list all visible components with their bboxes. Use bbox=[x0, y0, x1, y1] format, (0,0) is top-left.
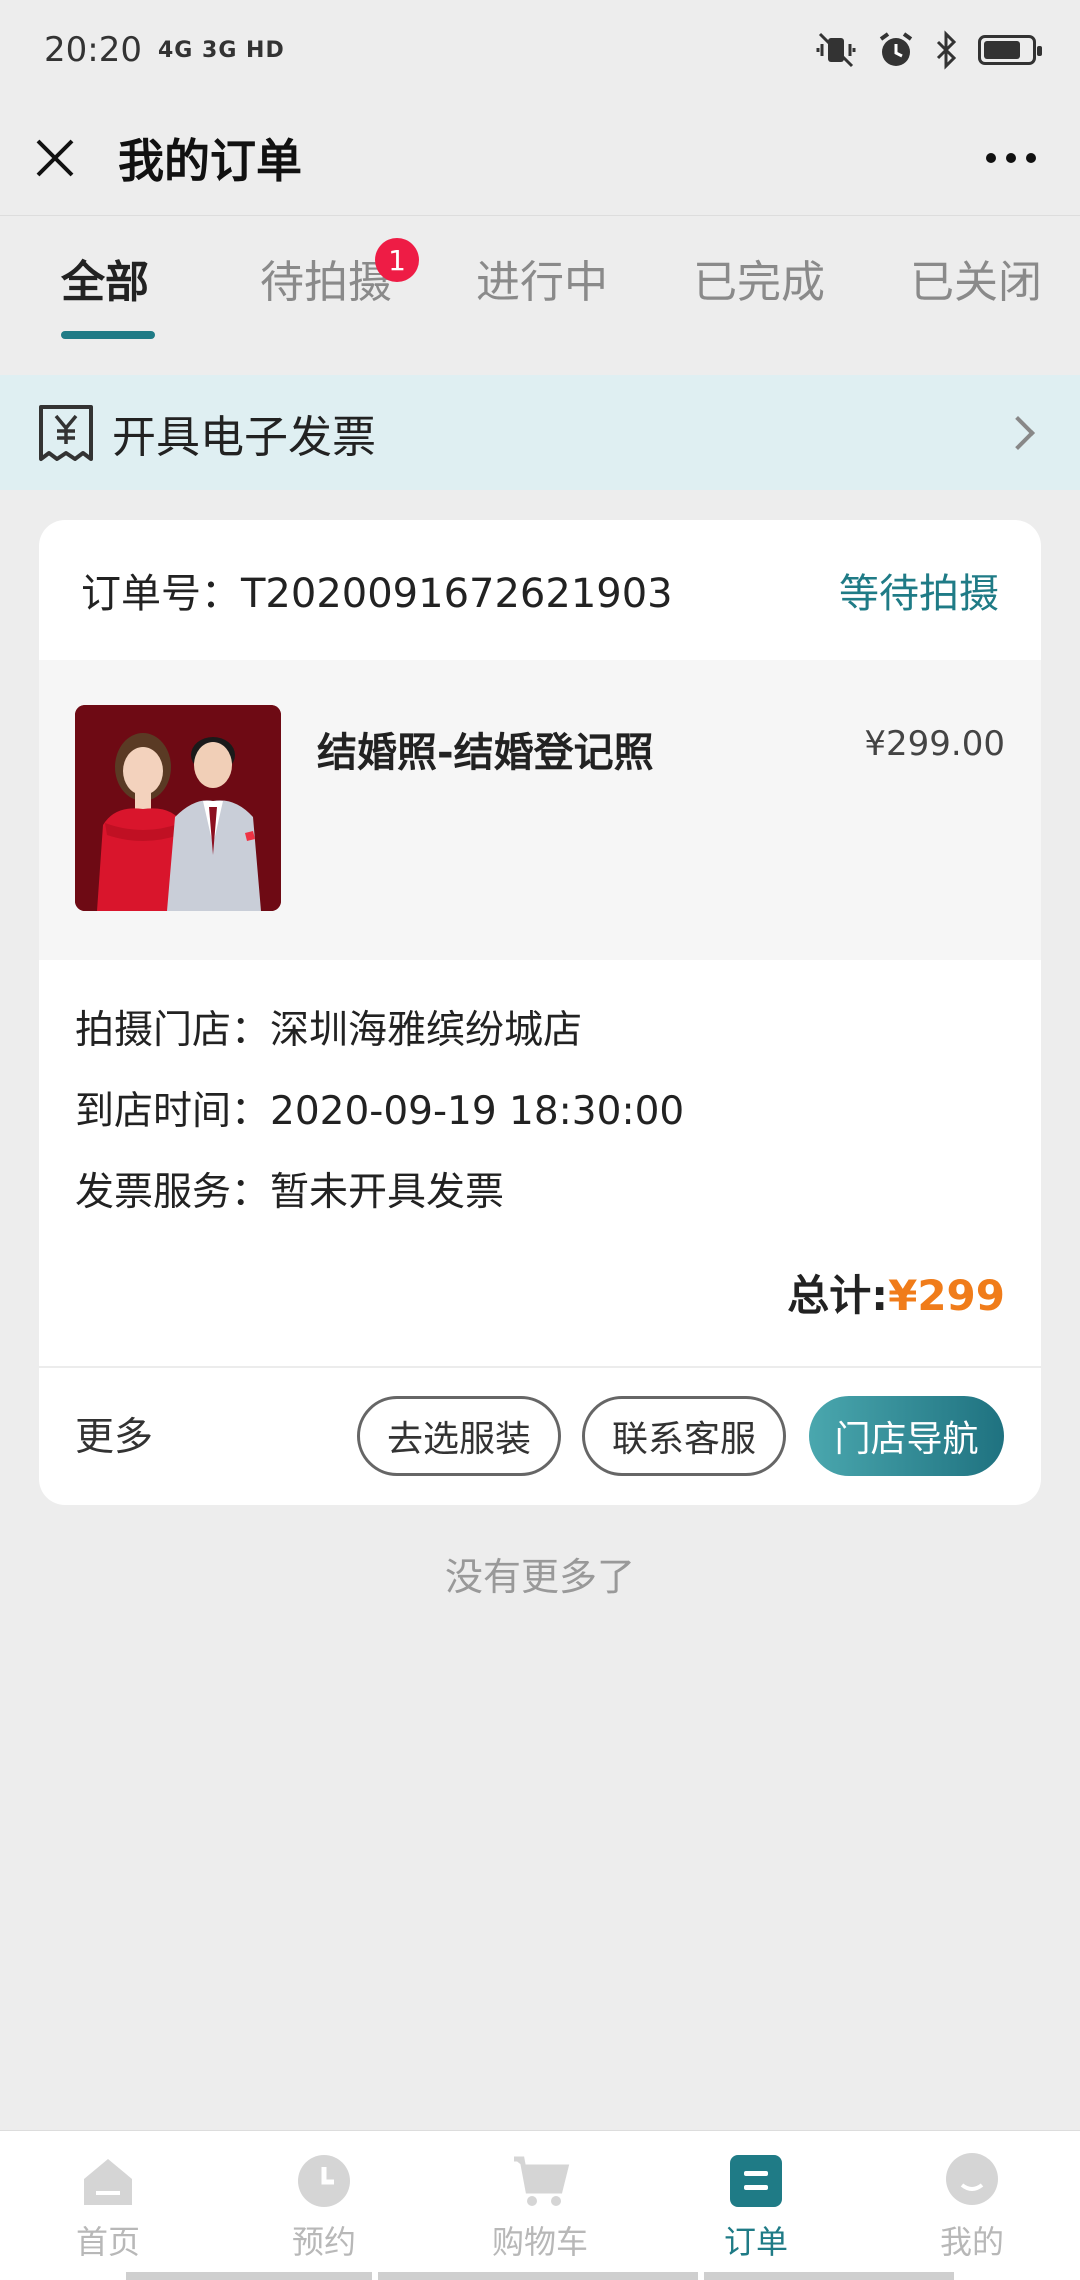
nav-cart[interactable]: 购物车 bbox=[432, 2131, 648, 2280]
choose-outfit-button[interactable]: 去选服装 bbox=[357, 1396, 561, 1476]
order-details: 拍摄门店：深圳海雅缤纷城店 到店时间：2020-09-19 18:30:00 发… bbox=[75, 990, 684, 1233]
clock-icon bbox=[298, 2155, 350, 2207]
total-label: 总计: bbox=[787, 1271, 889, 1320]
arrival-time-info: 到店时间：2020-09-19 18:30:00 bbox=[75, 1089, 685, 1134]
tab-all[interactable]: 全部 bbox=[61, 246, 149, 310]
store-info: 拍摄门店：深圳海雅缤纷城店 bbox=[75, 1008, 583, 1053]
nav-booking-label: 预约 bbox=[291, 2223, 356, 2261]
nav-cart-label: 购物车 bbox=[491, 2223, 588, 2261]
store-navigation-button[interactable]: 门店导航 bbox=[809, 1396, 1004, 1476]
pending-count-badge: 1 bbox=[375, 238, 419, 282]
contact-service-button[interactable]: 联系客服 bbox=[582, 1396, 786, 1476]
network-indicator: 4G 3G HD bbox=[157, 37, 285, 63]
more-options-icon[interactable] bbox=[986, 152, 1036, 163]
gesture-bar bbox=[704, 2272, 954, 2280]
status-time: 20:20 bbox=[44, 30, 142, 70]
profile-icon bbox=[946, 2153, 998, 2205]
order-card: 订单号：T2020091672621903 等待拍摄 结婚照-结婚登记照 ¥29… bbox=[39, 520, 1041, 1505]
close-icon[interactable] bbox=[32, 135, 78, 181]
order-status: 等待拍摄 bbox=[839, 571, 999, 617]
tab-in-progress[interactable]: 进行中 bbox=[476, 246, 608, 310]
cart-icon bbox=[514, 2156, 570, 2206]
end-of-list-note: 没有更多了 bbox=[444, 1555, 635, 1599]
bluetooth-icon bbox=[936, 30, 957, 70]
tab-closed[interactable]: 已关闭 bbox=[910, 246, 1042, 310]
alarm-icon bbox=[879, 32, 913, 66]
invoice-label: 开具电子发票 bbox=[112, 411, 376, 463]
status-bar: 20:20 4G 3G HD bbox=[0, 0, 1080, 100]
tab-completed[interactable]: 已完成 bbox=[693, 246, 825, 310]
chevron-right-icon bbox=[1001, 415, 1035, 450]
nav-profile-label: 我的 bbox=[939, 2223, 1004, 2261]
battery-icon bbox=[978, 35, 1042, 65]
invoice-service-info: 发票服务：暂未开具发票 bbox=[75, 1170, 505, 1215]
page-title: 我的订单 bbox=[118, 133, 302, 188]
product-row[interactable]: 结婚照-结婚登记照 ¥299.00 bbox=[39, 660, 1041, 960]
active-tab-indicator bbox=[61, 331, 155, 339]
order-number: 订单号：T2020091672621903 bbox=[81, 571, 673, 617]
order-tabs: 全部 待拍摄 1 进行中 已完成 已关闭 bbox=[0, 215, 1080, 375]
nav-orders-label: 订单 bbox=[723, 2223, 788, 2261]
home-icon bbox=[84, 2159, 132, 2205]
bottom-nav: 首页 预约 购物车 订单 我的 bbox=[0, 2130, 1080, 2280]
mute-vibrate-icon bbox=[816, 32, 856, 68]
nav-home-label: 首页 bbox=[75, 2223, 140, 2261]
nav-home[interactable]: 首页 bbox=[0, 2131, 216, 2280]
divider bbox=[39, 1366, 1041, 1368]
nav-booking[interactable]: 预约 bbox=[216, 2131, 432, 2280]
invoice-banner[interactable]: 开具电子发票 bbox=[0, 375, 1080, 490]
product-price: ¥299.00 bbox=[864, 724, 1005, 764]
gesture-bar bbox=[126, 2272, 372, 2280]
nav-profile[interactable]: 我的 bbox=[864, 2131, 1080, 2280]
more-link[interactable]: 更多 bbox=[75, 1406, 153, 1462]
nav-orders[interactable]: 订单 bbox=[648, 2131, 864, 2280]
total-amount: ¥299 bbox=[888, 1271, 1005, 1320]
product-thumbnail bbox=[75, 705, 281, 911]
app-header: 我的订单 bbox=[0, 100, 1080, 215]
receipt-yen-icon bbox=[39, 404, 93, 461]
product-name: 结婚照-结婚登记照 bbox=[317, 730, 654, 776]
tab-pending-shoot[interactable]: 待拍摄 bbox=[260, 246, 392, 310]
gesture-bar bbox=[378, 2272, 698, 2280]
order-icon bbox=[730, 2155, 782, 2207]
order-card-header: 订单号：T2020091672621903 等待拍摄 bbox=[39, 520, 1041, 660]
order-total: 总计:¥299 bbox=[787, 1262, 1005, 1323]
